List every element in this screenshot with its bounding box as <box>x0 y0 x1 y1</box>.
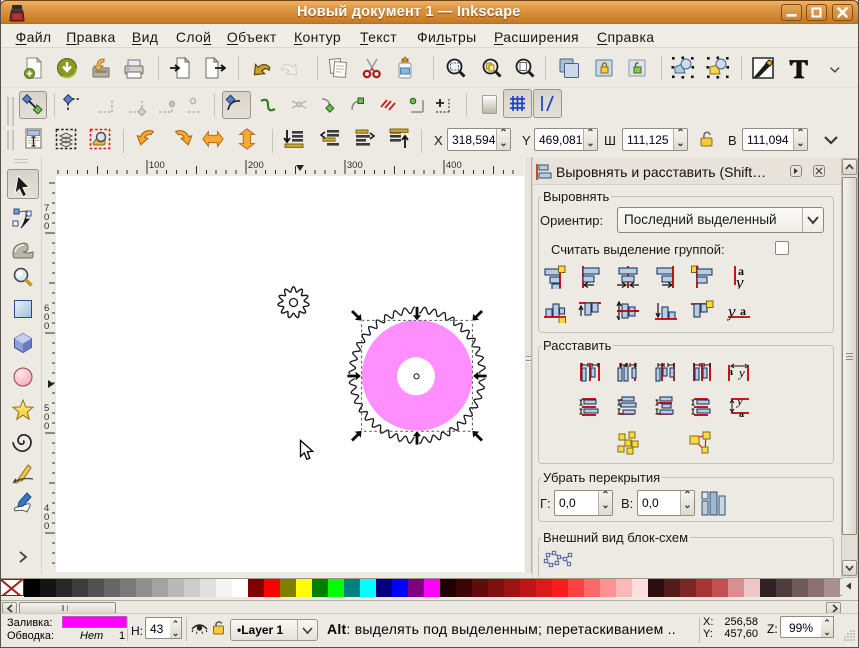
svg-text:0: 0 <box>44 321 49 332</box>
svg-text:300: 300 <box>347 160 363 171</box>
svg-text:y: y <box>737 365 745 380</box>
svg-text:400: 400 <box>446 160 462 171</box>
svg-text:y: y <box>735 395 743 408</box>
svg-text:a: a <box>740 304 746 318</box>
svg-text:0: 0 <box>44 521 49 532</box>
svg-text:0: 0 <box>44 221 49 232</box>
svg-text:a: a <box>739 409 744 419</box>
svg-text:y: y <box>727 302 736 321</box>
svg-text:100: 100 <box>149 160 165 171</box>
svg-text:200: 200 <box>248 160 264 171</box>
svg-text:0: 0 <box>44 421 49 432</box>
